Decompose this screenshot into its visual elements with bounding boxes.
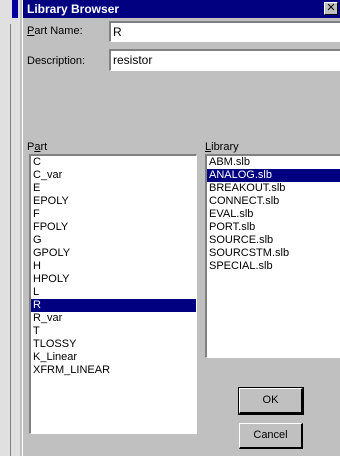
part-list-item[interactable]: EPOLY: [31, 195, 196, 208]
close-icon[interactable]: ✕: [324, 2, 338, 15]
background-titlebar-fragment: [12, 0, 18, 18]
part-list-item[interactable]: R_var: [31, 312, 196, 325]
library-list-item[interactable]: EVAL.slb: [207, 208, 340, 221]
part-list-item[interactable]: R: [31, 299, 196, 312]
part-list[interactable]: C C_var E EPOLY F FPOLY G GPOLY H HPOLY L R R_var T TL…: [29, 154, 197, 434]
library-list-item[interactable]: CONNECT.slb: [207, 195, 340, 208]
part-list-item[interactable]: F: [31, 208, 196, 221]
cancel-button[interactable]: Cancel: [239, 423, 303, 449]
part-list-item[interactable]: XFRM_LINEAR: [31, 364, 196, 377]
part-list-item[interactable]: T: [31, 325, 196, 338]
part-list-item[interactable]: GPOLY: [31, 247, 196, 260]
part-list-item[interactable]: HPOLY: [31, 273, 196, 286]
title-bar[interactable]: Library Browser ✕: [23, 0, 340, 18]
library-label-rest: ibrary: [211, 141, 239, 153]
part-name-input[interactable]: R: [109, 21, 340, 42]
description-label: Description:: [27, 55, 86, 67]
part-name-label-text: art Name:: [34, 25, 83, 37]
library-list-item[interactable]: BREAKOUT.slb: [207, 182, 340, 195]
description-value: resistor: [113, 53, 153, 67]
library-list-label: Library: [205, 141, 239, 154]
description-field[interactable]: resistor: [109, 49, 340, 71]
window-title: Library Browser: [27, 2, 120, 16]
ok-button[interactable]: OK: [238, 387, 304, 415]
part-name-label: Part Name:: [27, 25, 83, 38]
library-list-item[interactable]: SPECIAL.slb: [207, 260, 340, 273]
library-list-item[interactable]: PORT.slb: [207, 221, 340, 234]
library-list[interactable]: ABM.slb ANALOG.slb BREAKOUT.slb CONNECT.slb…: [205, 154, 340, 358]
library-list-item[interactable]: ANALOG.slb: [207, 169, 340, 182]
library-list-item[interactable]: SOURCSTM.slb: [207, 247, 340, 260]
part-list-item[interactable]: C_var: [31, 169, 196, 182]
part-list-item[interactable]: H: [31, 260, 196, 273]
part-list-item[interactable]: L: [31, 286, 196, 299]
part-list-item[interactable]: FPOLY: [31, 221, 196, 234]
part-list-item[interactable]: K_Linear: [31, 351, 196, 364]
part-list-item[interactable]: G: [31, 234, 196, 247]
part-list-item[interactable]: E: [31, 182, 196, 195]
library-browser-dialog: Library Browser ✕ Part Name: R Descripti…: [22, 0, 340, 456]
part-list-item[interactable]: C: [31, 156, 196, 169]
part-label-rest: rt: [40, 141, 48, 153]
library-list-item[interactable]: SOURCE.slb: [207, 234, 340, 247]
part-list-label: Part: [27, 141, 47, 154]
part-name-value: R: [113, 25, 122, 39]
library-list-item[interactable]: ABM.slb: [207, 156, 340, 169]
part-list-item[interactable]: TLOSSY: [31, 338, 196, 351]
background-divider: [10, 24, 11, 456]
